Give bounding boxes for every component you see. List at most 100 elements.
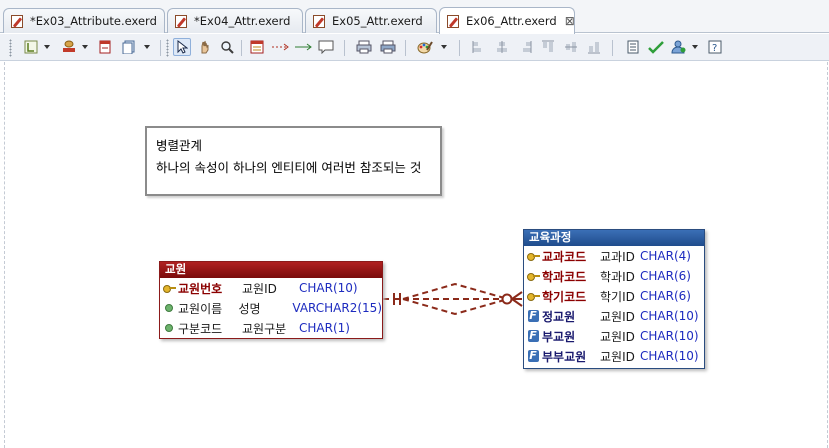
user-icon[interactable] [670, 38, 688, 56]
stamp-icon[interactable] [60, 38, 78, 56]
entity-teacher[interactable]: 교원 교원번호 교원ID CHAR(10) 교원이름 성명 VARCHAR2(1… [159, 261, 383, 339]
erd-file-icon [10, 14, 25, 29]
tab-ex05[interactable]: Ex05_Attr.exerd [305, 8, 437, 33]
attribute-dot-icon [165, 304, 173, 312]
document-icon[interactable] [120, 38, 138, 56]
zoom-icon[interactable] [218, 38, 236, 56]
column-logical-name: 교과코드 [542, 249, 587, 264]
tab-ex04[interactable]: *Ex04_Attr.exerd [167, 8, 303, 33]
entity-tool-icon[interactable] [248, 38, 266, 56]
table-row[interactable]: F 부교원 교원ID CHAR(10) [524, 326, 704, 346]
tab-label: Ex05_Attr.exerd [332, 14, 423, 28]
table-row[interactable]: 구분코드 교원구분 CHAR(1) [160, 318, 382, 338]
note-body: 하나의 속성이 하나의 엔티티에 여러번 참조되는 것 [156, 160, 422, 175]
table-row[interactable]: 교원번호 교원ID CHAR(10) [160, 278, 382, 298]
column-logical-name: 정교원 [542, 309, 576, 324]
key-icon [526, 272, 540, 281]
toolbar-separator [160, 40, 161, 56]
key-icon [526, 292, 540, 301]
relationship-line[interactable] [402, 298, 509, 316]
key-icon [526, 252, 540, 261]
column-type: VARCHAR2(15) [292, 301, 382, 315]
column-physical-name: 교원ID [242, 281, 277, 296]
toolbar-separator [241, 40, 242, 56]
tab-label: Ex06_Attr.exerd [466, 14, 557, 28]
erd-file-icon [312, 14, 327, 29]
note-tool-icon[interactable] [317, 38, 335, 56]
column-type: CHAR(10) [299, 281, 358, 295]
entity-name: 교원 [160, 262, 382, 278]
column-logical-name: 부부교원 [542, 349, 587, 364]
column-logical-name: 교원이름 [178, 301, 223, 316]
toolbar-separator [344, 40, 345, 56]
table-row[interactable]: F 정교원 교원ID CHAR(10) [524, 306, 704, 326]
validate-check-icon[interactable] [647, 38, 665, 56]
chevron-down-icon[interactable] [692, 45, 698, 49]
column-type: CHAR(10) [640, 309, 699, 323]
column-physical-name: 학과ID [600, 269, 635, 284]
chevron-down-icon[interactable] [144, 45, 150, 49]
table-icon[interactable] [96, 38, 114, 56]
column-type: CHAR(1) [299, 321, 350, 335]
table-row[interactable]: F 부부교원 교원ID CHAR(10) [524, 346, 704, 366]
tab-ex06[interactable]: Ex06_Attr.exerd ⊠ [439, 7, 575, 34]
table-row[interactable]: 교원이름 성명 VARCHAR2(15) [160, 298, 382, 318]
column-logical-name: 학과코드 [542, 269, 587, 284]
toolbar-separator [612, 40, 613, 56]
column-logical-name: 교원번호 [178, 281, 223, 296]
align-center-icon[interactable] [493, 38, 511, 56]
select-pointer-icon[interactable] [173, 38, 191, 56]
note-title: 병렬관계 [156, 138, 203, 153]
chevron-down-icon[interactable] [44, 45, 50, 49]
crow-foot-marker [511, 298, 523, 307]
column-type: CHAR(6) [640, 289, 691, 303]
toolbar-grip [166, 39, 169, 57]
toolbar-separator [459, 40, 460, 56]
column-physical-name: 교원ID [600, 329, 635, 344]
properties-icon[interactable] [624, 38, 642, 56]
entity-curriculum[interactable]: 교육과정 교과코드 교과ID CHAR(4) 학과코드 학과ID CHAR(6)… [523, 229, 705, 369]
column-physical-name: 교원ID [600, 349, 635, 364]
align-middle-icon[interactable] [562, 38, 580, 56]
column-physical-name: 교원구분 [242, 321, 287, 336]
column-type: CHAR(4) [640, 249, 691, 263]
align-bottom-icon[interactable] [585, 38, 603, 56]
crow-foot-marker [511, 291, 523, 300]
erd-file-icon [446, 14, 461, 29]
tab-ex03[interactable]: *Ex03_Attribute.exerd [3, 8, 165, 33]
relationship-line[interactable] [402, 282, 509, 300]
identifying-relation-icon[interactable] [271, 38, 289, 56]
tab-label: *Ex03_Attribute.exerd [30, 14, 157, 28]
attribute-dot-icon [165, 324, 173, 332]
align-right-icon[interactable] [516, 38, 534, 56]
foreign-key-icon: F [527, 349, 539, 362]
align-top-icon[interactable] [539, 38, 557, 56]
column-logical-name: 학기코드 [542, 289, 587, 304]
memo-note[interactable]: 병렬관계 하나의 속성이 하나의 엔티티에 여러번 참조되는 것 [145, 126, 442, 196]
column-type: CHAR(10) [640, 329, 699, 343]
color-palette-icon[interactable] [416, 38, 434, 56]
close-tab-icon[interactable]: ⊠ [565, 15, 575, 27]
column-physical-name: 학기ID [600, 289, 635, 304]
erd-file-icon [174, 14, 189, 29]
key-icon [162, 284, 176, 293]
table-row[interactable]: 학기코드 학기ID CHAR(6) [524, 286, 704, 306]
chevron-down-icon[interactable] [82, 45, 88, 49]
table-row[interactable]: 교과코드 교과ID CHAR(4) [524, 246, 704, 266]
foreign-key-icon: F [527, 309, 539, 322]
hand-pan-icon[interactable] [196, 38, 214, 56]
non-identifying-relation-icon[interactable] [294, 38, 312, 56]
align-left-icon[interactable] [470, 38, 488, 56]
column-logical-name: 부교원 [542, 329, 576, 344]
new-diagram-icon[interactable] [22, 38, 40, 56]
print-icon[interactable] [379, 38, 397, 56]
chevron-down-icon[interactable] [441, 45, 447, 49]
print-preview-icon[interactable] [355, 38, 373, 56]
help-icon[interactable]: ? [706, 38, 724, 56]
editor-tab-bar: *Ex03_Attribute.exerd *Ex04_Attr.exerd E… [0, 0, 829, 34]
diagram-canvas[interactable]: 병렬관계 하나의 속성이 하나의 엔티티에 여러번 참조되는 것 교원 교원번호… [0, 62, 829, 448]
diagram-toolbar: ? [0, 34, 829, 61]
column-physical-name: 교과ID [600, 249, 635, 264]
toolbar-separator [405, 40, 406, 56]
table-row[interactable]: 학과코드 학과ID CHAR(6) [524, 266, 704, 286]
